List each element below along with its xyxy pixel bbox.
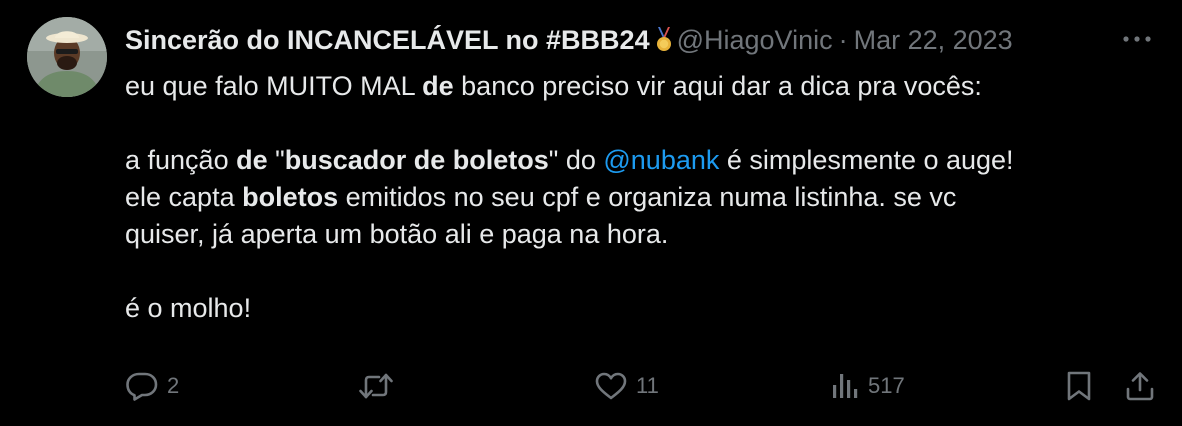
tweet[interactable]: Sincerão do INCANCELÁVEL no #BBB24 @Hiag… xyxy=(0,0,1182,426)
text-segment: " xyxy=(267,145,285,175)
tweet-date[interactable]: Mar 22, 2023 xyxy=(854,22,1013,58)
reply-count: 2 xyxy=(167,373,180,398)
retweet-icon xyxy=(359,373,393,399)
heart-icon xyxy=(595,372,627,400)
bold-text: buscador de boletos xyxy=(284,145,549,175)
mention-link[interactable]: @nubank xyxy=(603,145,719,175)
user-handle[interactable]: @HiagoVinic xyxy=(677,22,833,58)
tweet-header: Sincerão do INCANCELÁVEL no #BBB24 @Hiag… xyxy=(125,22,1013,58)
view-count: 517 xyxy=(868,373,905,398)
views-chart-icon xyxy=(833,374,858,398)
tweet-line-3: ele capta boletos emitidos no seu cpf e … xyxy=(125,179,1155,216)
share-icon xyxy=(1126,372,1154,401)
avatar[interactable] xyxy=(27,17,107,97)
bookmark-button[interactable] xyxy=(1064,366,1094,406)
header-separator: · xyxy=(838,25,848,55)
text-segment: eu que falo MUITO MAL xyxy=(125,71,423,101)
bold-text: de xyxy=(236,145,268,175)
text-segment: banco preciso vir aqui dar a dica pra vo… xyxy=(453,71,982,101)
text-segment: emitidos no seu cpf e organiza numa list… xyxy=(338,182,957,212)
tweet-line-4: quiser, já aperta um botão ali e paga na… xyxy=(125,219,669,249)
tweet-line-2: a função de "buscador de boletos" do @nu… xyxy=(125,142,1155,179)
bold-text: de xyxy=(422,71,454,101)
tweet-text: eu que falo MUITO MAL de banco preciso v… xyxy=(125,68,1155,327)
bookmark-icon xyxy=(1067,371,1091,401)
bold-text: boletos xyxy=(242,182,339,212)
display-name[interactable]: Sincerão do INCANCELÁVEL no #BBB24 xyxy=(125,22,650,58)
text-segment: a função xyxy=(125,145,237,175)
retweet-button[interactable] xyxy=(358,366,402,406)
views-button[interactable]: 517 xyxy=(830,366,905,406)
like-count: 11 xyxy=(636,373,659,398)
tweet-line-5: é o molho! xyxy=(125,293,252,323)
more-options-icon[interactable] xyxy=(1119,24,1155,54)
text-segment: é simplesmente o auge! xyxy=(719,145,1014,175)
tweet-line-1: eu que falo MUITO MAL de banco preciso v… xyxy=(125,68,1155,105)
reply-icon xyxy=(126,372,158,401)
text-segment: ele capta xyxy=(125,182,243,212)
share-button[interactable] xyxy=(1124,366,1156,406)
like-button[interactable]: 11 xyxy=(594,366,659,406)
medal-emoji-icon xyxy=(654,26,674,54)
text-segment: " do xyxy=(548,145,604,175)
reply-button[interactable]: 2 xyxy=(125,366,179,406)
